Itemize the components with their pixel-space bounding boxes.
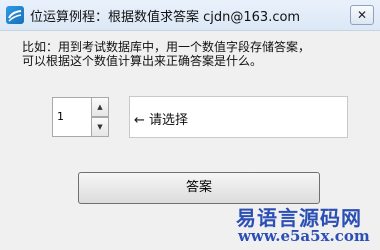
window-title: 位运算例程：根据数值求答案 cjdn@163.com <box>30 10 301 25</box>
title-bar: 位运算例程：根据数值求答案 cjdn@163.com ✕ <box>0 0 380 31</box>
arrow-down-icon: ▼ <box>97 123 103 131</box>
arrow-up-icon: ▲ <box>97 103 103 111</box>
description-line-2: 可以根据这个数值计算出来正确答案是什么。 <box>22 54 263 68</box>
spinner-down-button[interactable]: ▼ <box>91 117 109 137</box>
close-button[interactable]: ✕ <box>350 5 374 25</box>
number-spinner-input[interactable]: 1 <box>52 97 92 137</box>
answer-button[interactable]: 答案 <box>78 172 320 204</box>
watermark-url: www.e5a5x.com <box>238 227 370 245</box>
description-text: 比如：用到考试数据库中，用一个数值字段存储答案， 可以根据这个数值计算出来正确答… <box>22 40 362 68</box>
spinner-up-button[interactable]: ▲ <box>91 97 109 117</box>
description-line-1: 比如：用到考试数据库中，用一个数值字段存储答案， <box>22 40 311 54</box>
result-display: ← 请选择 <box>129 96 348 138</box>
main-window: 位运算例程：根据数值求答案 cjdn@163.com ✕ 比如：用到考试数据库中… <box>0 0 380 250</box>
spinner-value: 1 <box>57 110 64 123</box>
app-icon <box>6 6 24 24</box>
result-text: ← 请选择 <box>134 113 189 128</box>
close-icon: ✕ <box>356 8 368 22</box>
